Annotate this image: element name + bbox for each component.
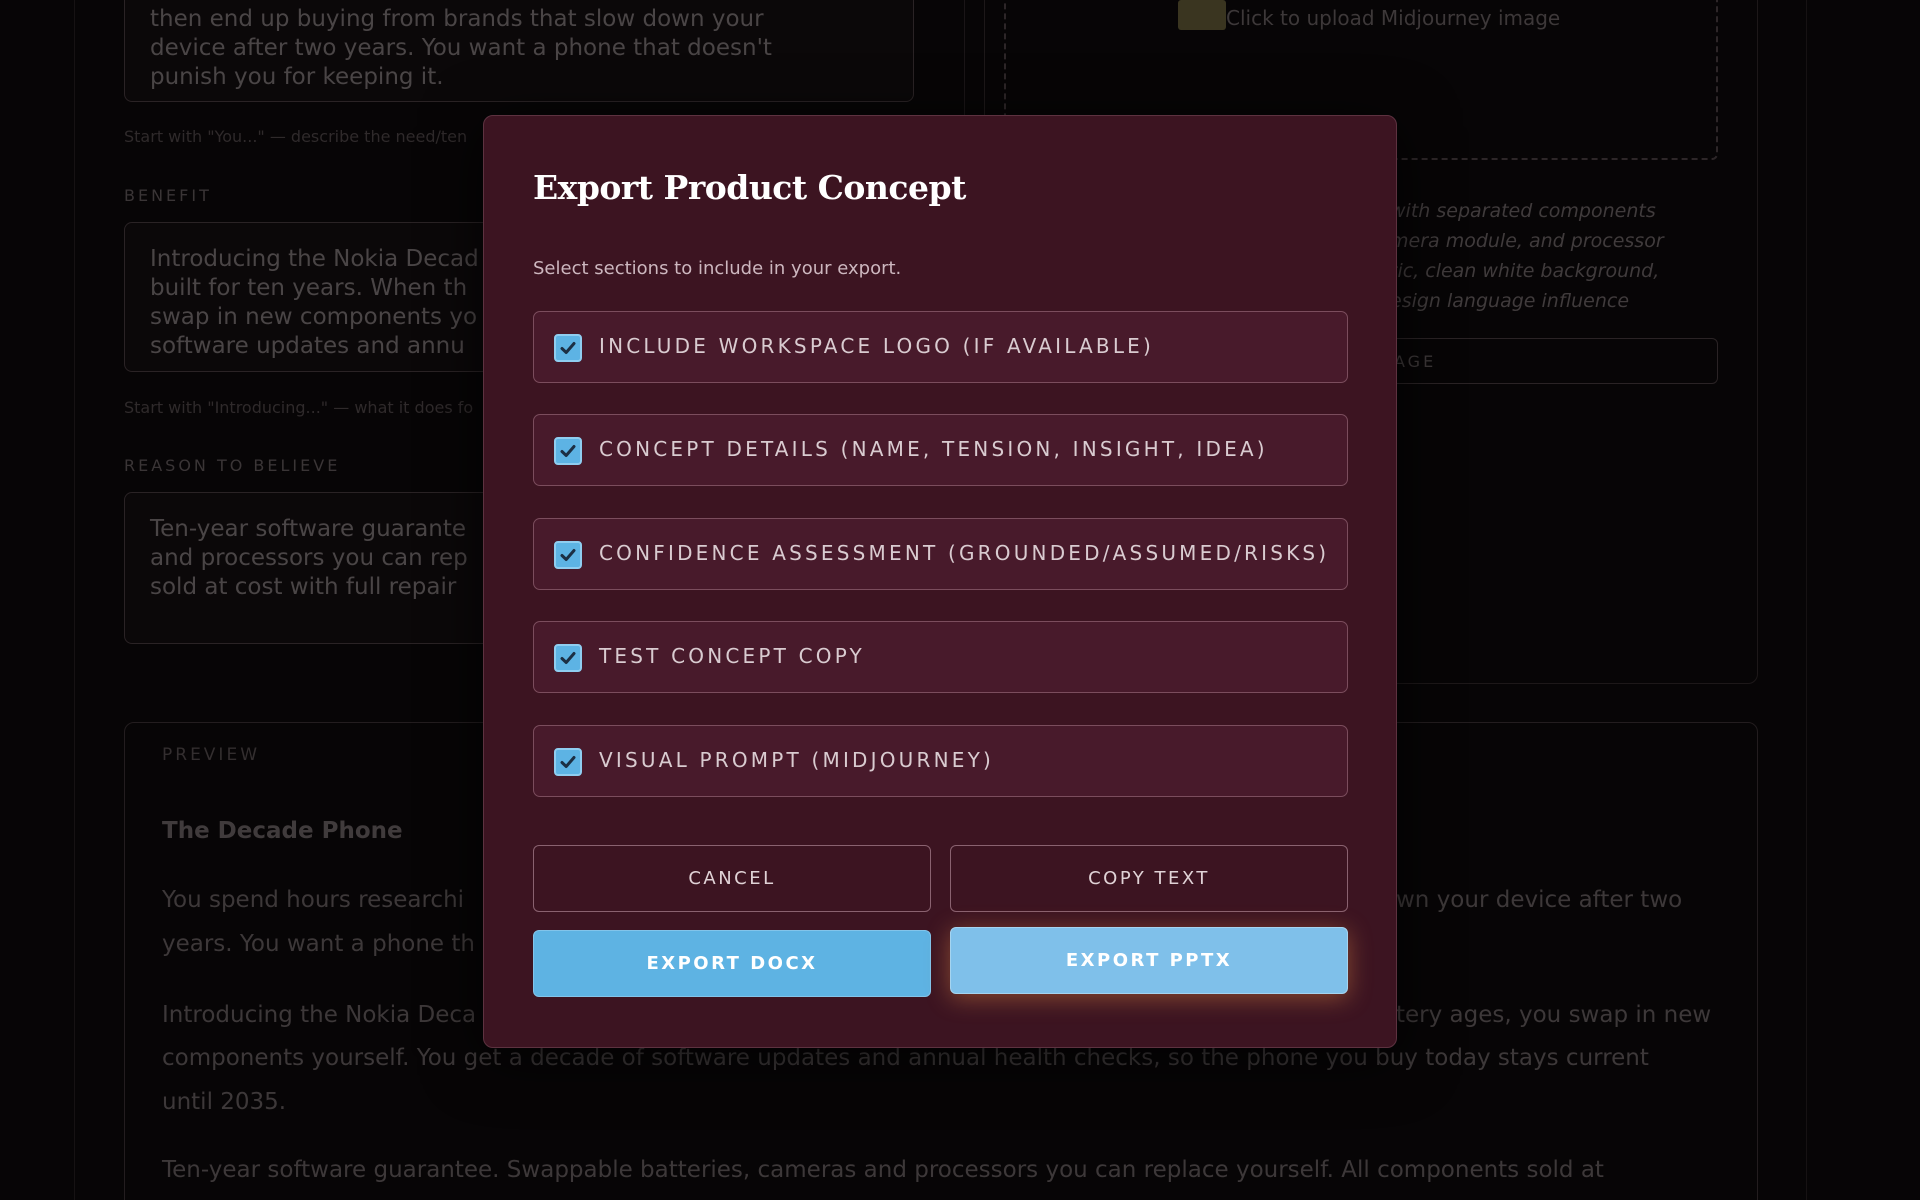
option-label: Confidence assessment (grounded/assumed/…	[599, 541, 1330, 565]
option-workspace-logo[interactable]: Include workspace logo (if available)	[533, 311, 1348, 383]
option-label: Include workspace logo (if available)	[599, 334, 1155, 358]
option-label: Test concept copy	[599, 644, 865, 668]
copy-text-button[interactable]: COPY TEXT	[950, 845, 1348, 912]
export-dialog: Export Product Concept Select sections t…	[483, 115, 1397, 1048]
option-label: Concept details (name, tension, insight,…	[599, 437, 1268, 461]
option-label: Visual prompt (Midjourney)	[599, 748, 995, 772]
option-concept-details[interactable]: Concept details (name, tension, insight,…	[533, 414, 1348, 486]
checkbox-checked-icon[interactable]	[554, 334, 582, 362]
option-visual-prompt[interactable]: Visual prompt (Midjourney)	[533, 725, 1348, 797]
checkbox-checked-icon[interactable]	[554, 541, 582, 569]
export-docx-button[interactable]: EXPORT DOCX	[533, 930, 931, 997]
dialog-subtitle: Select sections to include in your expor…	[533, 258, 902, 279]
option-confidence-assessment[interactable]: Confidence assessment (grounded/assumed/…	[533, 518, 1348, 590]
checkbox-checked-icon[interactable]	[554, 748, 582, 776]
checkbox-checked-icon[interactable]	[554, 644, 582, 672]
option-test-concept-copy[interactable]: Test concept copy	[533, 621, 1348, 693]
cancel-button[interactable]: CANCEL	[533, 845, 931, 912]
dialog-title: Export Product Concept	[533, 168, 966, 207]
checkbox-checked-icon[interactable]	[554, 437, 582, 465]
export-pptx-button[interactable]: EXPORT PPTX	[950, 927, 1348, 994]
